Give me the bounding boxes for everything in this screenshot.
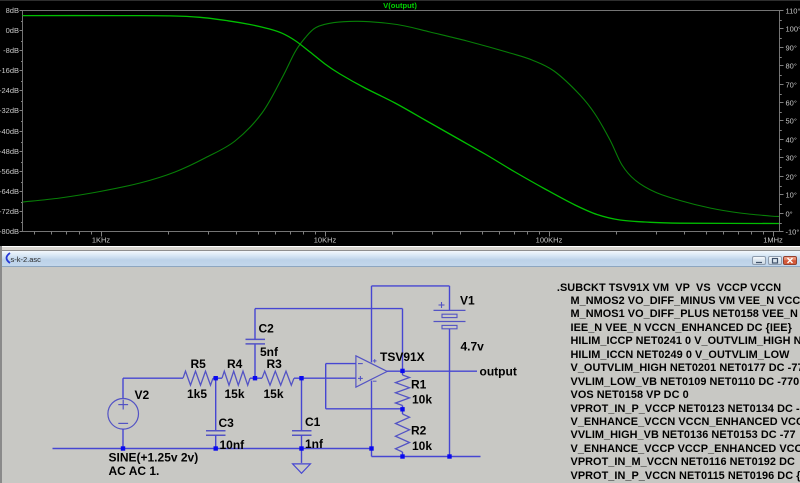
svg-text:90°: 90° xyxy=(786,43,797,52)
svg-text:-32dB: -32dB xyxy=(0,106,19,115)
svg-text:40°: 40° xyxy=(786,135,797,144)
svg-text:15k: 15k xyxy=(264,387,284,401)
svg-text:-56dB: -56dB xyxy=(0,167,19,176)
svg-text:60°: 60° xyxy=(786,98,797,107)
svg-text:-72dB: -72dB xyxy=(0,207,19,216)
svg-text:1k5: 1k5 xyxy=(187,387,207,401)
svg-text:R2: R2 xyxy=(411,424,427,438)
svg-text:1MHz: 1MHz xyxy=(763,236,783,245)
svg-text:V(output): V(output) xyxy=(383,1,417,10)
svg-text:R5: R5 xyxy=(191,357,207,371)
svg-text:R4: R4 xyxy=(227,357,243,371)
svg-text:50°: 50° xyxy=(786,116,797,125)
svg-text:80°: 80° xyxy=(786,61,797,70)
svg-text:SINE(+1.25v 2v): SINE(+1.25v 2v) xyxy=(109,451,199,465)
svg-text:1nf: 1nf xyxy=(305,437,324,451)
svg-text:-8dB: -8dB xyxy=(3,46,19,55)
svg-text:-10°: -10° xyxy=(786,227,800,236)
svg-text:-24dB: -24dB xyxy=(0,86,19,95)
svg-text:10k: 10k xyxy=(412,439,432,453)
svg-text:100°: 100° xyxy=(786,24,800,33)
svg-text:C2: C2 xyxy=(259,322,275,336)
svg-text:4.7v: 4.7v xyxy=(461,340,485,354)
svg-text:100KHz: 100KHz xyxy=(536,236,563,245)
svg-text:-16dB: -16dB xyxy=(0,66,19,75)
svg-text:R3: R3 xyxy=(267,357,283,371)
svg-text:1KHz: 1KHz xyxy=(92,236,111,245)
svg-text:-48dB: -48dB xyxy=(0,147,19,156)
svg-text:10°: 10° xyxy=(786,190,797,199)
svg-text:-64dB: -64dB xyxy=(0,187,19,196)
svg-text:30°: 30° xyxy=(786,153,797,162)
svg-text:-80dB: -80dB xyxy=(0,227,19,236)
svg-text:V2: V2 xyxy=(135,388,150,402)
svg-text:0°: 0° xyxy=(786,209,793,218)
svg-text:15k: 15k xyxy=(225,387,245,401)
svg-text:C1: C1 xyxy=(305,415,321,429)
svg-text:R1: R1 xyxy=(411,378,427,392)
svg-text:5nf: 5nf xyxy=(260,345,279,359)
svg-text:output: output xyxy=(480,365,517,379)
svg-text:V1: V1 xyxy=(460,294,475,308)
svg-text:70°: 70° xyxy=(786,80,797,89)
svg-text:20°: 20° xyxy=(786,172,797,181)
svg-text:8dB: 8dB xyxy=(6,6,19,15)
svg-text:-40dB: -40dB xyxy=(0,127,19,136)
svg-text:0dB: 0dB xyxy=(6,26,19,35)
svg-text:AC AC 1.: AC AC 1. xyxy=(109,464,160,478)
svg-text:10KHz: 10KHz xyxy=(314,236,337,245)
svg-text:C3: C3 xyxy=(219,416,235,430)
svg-text:110°: 110° xyxy=(786,6,800,15)
svg-text:10k: 10k xyxy=(412,393,432,407)
svg-text:10nf: 10nf xyxy=(220,438,246,452)
svg-text:TSV91X: TSV91X xyxy=(380,350,425,364)
